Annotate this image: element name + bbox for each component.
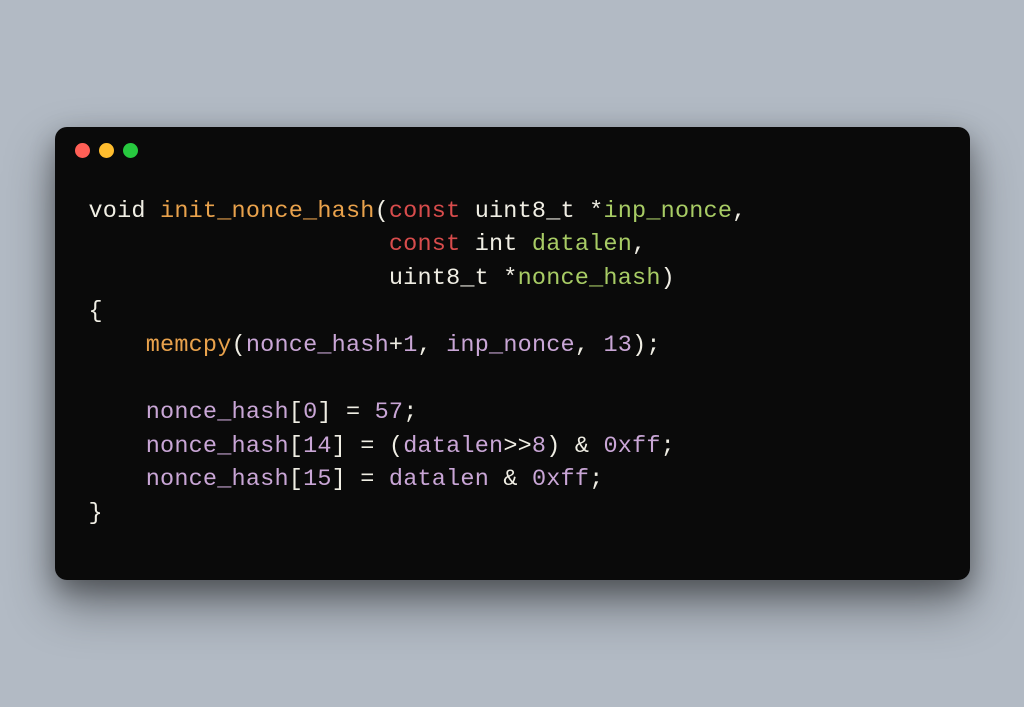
indent xyxy=(89,231,389,258)
number: 14 xyxy=(303,433,332,460)
paren: ) xyxy=(661,265,675,292)
minimize-icon[interactable] xyxy=(99,143,114,158)
code-block: void init_nonce_hash(const uint8_t *inp_… xyxy=(55,175,970,581)
paren: ( xyxy=(232,332,246,359)
ident: datalen xyxy=(403,433,503,460)
ident: nonce_hash xyxy=(146,433,289,460)
brace: } xyxy=(89,500,103,527)
comma: , xyxy=(418,332,447,359)
indent xyxy=(89,265,389,292)
number: 1 xyxy=(403,332,417,359)
keyword-void: void xyxy=(89,198,161,225)
paren: ( xyxy=(375,198,389,225)
bracket-assign: ] = ( xyxy=(332,433,404,460)
comma: , xyxy=(732,198,746,225)
bracket-assign: ] = xyxy=(332,466,389,493)
number: 0 xyxy=(303,399,317,426)
comma: , xyxy=(632,231,646,258)
indent xyxy=(89,399,146,426)
param: inp_nonce xyxy=(603,198,732,225)
and-op: & xyxy=(489,466,532,493)
bracket: [ xyxy=(289,433,303,460)
paren: ); xyxy=(632,332,661,359)
type: uint8_t xyxy=(389,265,503,292)
ident: datalen xyxy=(389,466,489,493)
plus: + xyxy=(389,332,403,359)
shift-op: >> xyxy=(503,433,532,460)
brace: { xyxy=(89,298,103,325)
bracket: [ xyxy=(289,399,303,426)
type: int xyxy=(475,231,532,258)
semicolon: ; xyxy=(403,399,417,426)
param: nonce_hash xyxy=(518,265,661,292)
function-name: init_nonce_hash xyxy=(160,198,375,225)
window-titlebar xyxy=(55,127,970,175)
close-icon[interactable] xyxy=(75,143,90,158)
ident: inp_nonce xyxy=(446,332,575,359)
indent xyxy=(89,466,146,493)
type: uint8_t xyxy=(475,198,589,225)
maximize-icon[interactable] xyxy=(123,143,138,158)
ident: nonce_hash xyxy=(146,399,289,426)
comma: , xyxy=(575,332,604,359)
hex: 0xff xyxy=(532,466,589,493)
semicolon: ; xyxy=(661,433,675,460)
hex: 0xff xyxy=(603,433,660,460)
ident: nonce_hash xyxy=(146,466,289,493)
code-window: void init_nonce_hash(const uint8_t *inp_… xyxy=(55,127,970,581)
call-memcpy: memcpy xyxy=(146,332,232,359)
ident: nonce_hash xyxy=(246,332,389,359)
bracket: [ xyxy=(289,466,303,493)
bracket-assign: ] = xyxy=(317,399,374,426)
number: 57 xyxy=(375,399,404,426)
number: 13 xyxy=(603,332,632,359)
star: * xyxy=(503,265,517,292)
semicolon: ; xyxy=(589,466,603,493)
keyword-const: const xyxy=(389,231,475,258)
indent xyxy=(89,332,146,359)
number: 8 xyxy=(532,433,546,460)
param: datalen xyxy=(532,231,632,258)
number: 15 xyxy=(303,466,332,493)
paren-and: ) & xyxy=(546,433,603,460)
star: * xyxy=(589,198,603,225)
keyword-const: const xyxy=(389,198,475,225)
indent xyxy=(89,433,146,460)
